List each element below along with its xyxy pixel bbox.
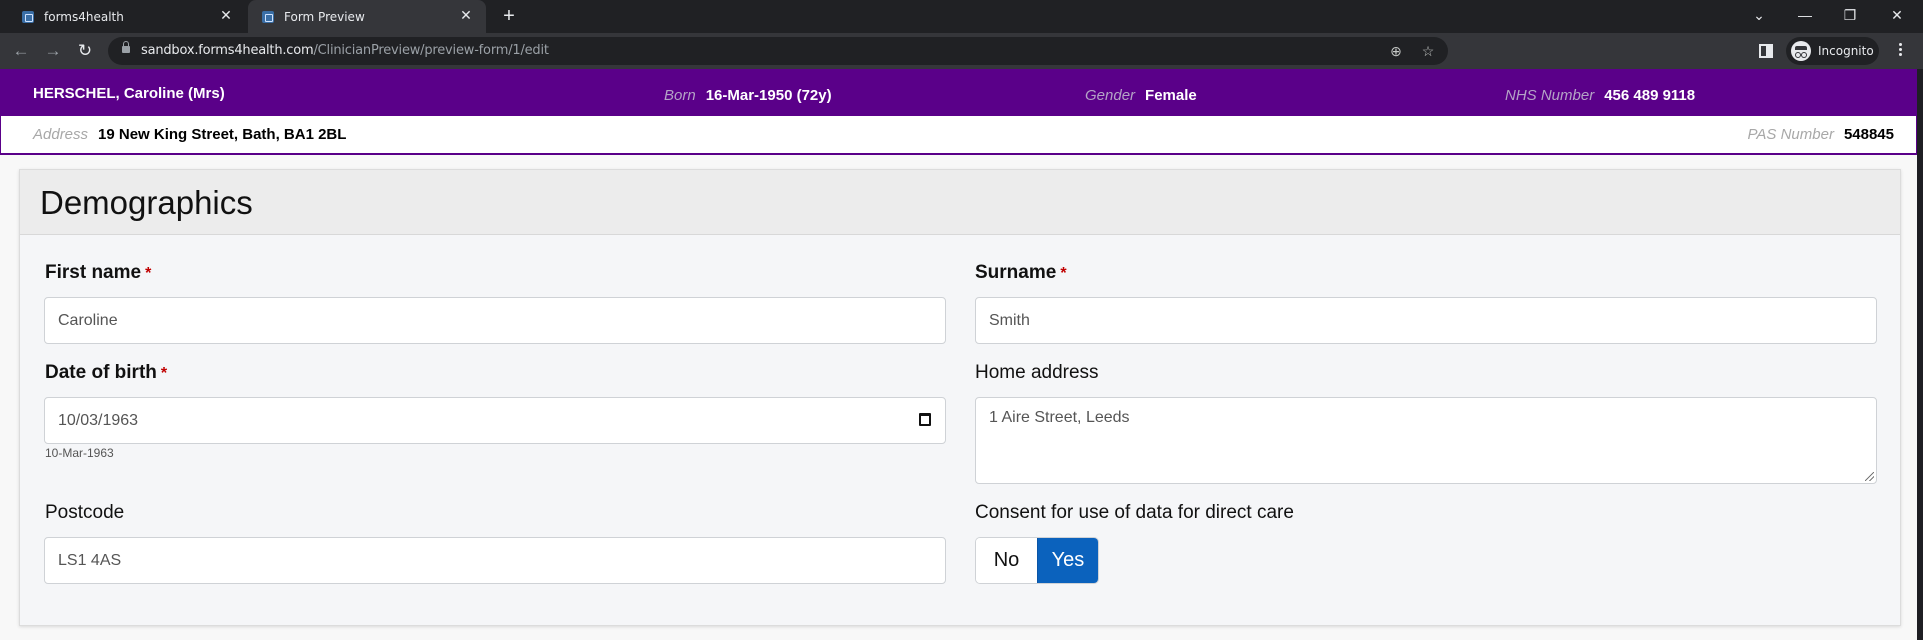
minimize-icon[interactable]: — [1785, 0, 1825, 30]
zoom-magnifier-icon[interactable]: ⊕ [1386, 41, 1406, 61]
tab-search-chevron-icon[interactable]: ⌄ [1739, 0, 1779, 30]
browser-toolbar: ← → ↻ sandbox.forms4health.com/Clinician… [0, 33, 1923, 69]
patient-name: HERSCHEL, Caroline (Mrs) [33, 85, 225, 102]
side-panel-icon[interactable] [1759, 44, 1773, 58]
required-marker: * [160, 365, 168, 382]
patient-gender: Gender Female [1085, 87, 1197, 104]
consent-label: Consent for use of data for direct care [975, 502, 1294, 523]
patient-address: Address 19 New King Street, Bath, BA1 2BL [33, 126, 347, 143]
restore-icon[interactable]: ❐ [1830, 0, 1870, 30]
required-marker: * [145, 265, 152, 282]
dob-value: 10/03/1963 [58, 412, 139, 429]
browser-menu-kebab-icon[interactable] [1892, 41, 1908, 61]
patient-pas-number: PAS Number 548845 [1747, 126, 1894, 143]
consent-toggle-group: No Yes [975, 537, 1099, 584]
new-tab-plus-icon[interactable]: + [497, 5, 521, 29]
calendar-icon[interactable] [919, 413, 931, 426]
postcode-input[interactable]: LS1 4AS [44, 537, 946, 584]
back-arrow-icon[interactable]: ← [8, 38, 34, 64]
tab-title: Form Preview [284, 9, 365, 24]
patient-banner: HERSCHEL, Caroline (Mrs) Born 16-Mar-1950… [0, 69, 1917, 116]
surname-input[interactable]: Smith [975, 297, 1877, 344]
form-title: Demographics [40, 184, 253, 221]
dob-help-text: 10-Mar-1963 [45, 446, 114, 460]
forward-arrow-icon[interactable]: → [40, 38, 66, 64]
reload-icon[interactable]: ↻ [72, 38, 98, 64]
close-tab-icon[interactable]: ✕ [458, 8, 474, 24]
home-address-label: Home address [975, 362, 1099, 383]
close-tab-icon[interactable]: ✕ [218, 8, 234, 24]
forms4health-favicon-icon [22, 10, 34, 23]
incognito-profile-button[interactable]: Incognito [1786, 37, 1879, 65]
consent-yes-button[interactable]: Yes [1037, 538, 1098, 583]
incognito-label: Incognito [1818, 44, 1874, 58]
browser-tab-forms4health[interactable]: forms4health ✕ [12, 0, 246, 33]
dob-date-input[interactable]: 10/03/1963 [44, 397, 946, 444]
bookmark-star-icon[interactable]: ☆ [1418, 41, 1438, 61]
dob-label: Date of birth * [45, 362, 168, 383]
url-text[interactable]: sandbox.forms4health.com/ClinicianPrevie… [141, 43, 549, 58]
patient-banner-secondary: Address 19 New King Street, Bath, BA1 2BL… [0, 116, 1917, 155]
resize-handle-icon[interactable] [1865, 472, 1874, 481]
forms4health-favicon-icon [262, 10, 274, 23]
page-scrollbar[interactable] [1917, 69, 1923, 640]
home-address-textarea[interactable]: 1 Aire Street, Leeds [975, 397, 1877, 484]
required-marker: * [1060, 265, 1067, 282]
lock-icon[interactable] [122, 41, 130, 53]
address-bar[interactable]: sandbox.forms4health.com/ClinicianPrevie… [108, 37, 1448, 65]
window-close-icon[interactable]: ✕ [1877, 0, 1917, 30]
home-address-value: 1 Aire Street, Leeds [989, 409, 1130, 426]
incognito-icon [1791, 41, 1811, 61]
browser-tab-strip: forms4health ✕ Form Preview ✕ + ⌄ — ❐ ✕ [0, 0, 1923, 33]
postcode-label: Postcode [45, 502, 125, 523]
patient-born: Born 16-Mar-1950 (72y) [664, 87, 832, 104]
surname-label: Surname * [975, 262, 1067, 283]
first-name-input[interactable]: Caroline [44, 297, 946, 344]
tab-title: forms4health [44, 9, 124, 24]
browser-tab-form-preview[interactable]: Form Preview ✕ [248, 0, 486, 33]
card-header: Demographics [20, 170, 1900, 235]
consent-no-button[interactable]: No [976, 538, 1037, 583]
demographics-card: Demographics First name * Caroline Surnam… [19, 169, 1901, 626]
patient-nhs-number: NHS Number 456 489 9118 [1505, 87, 1696, 104]
first-name-label: First name * [45, 262, 152, 283]
